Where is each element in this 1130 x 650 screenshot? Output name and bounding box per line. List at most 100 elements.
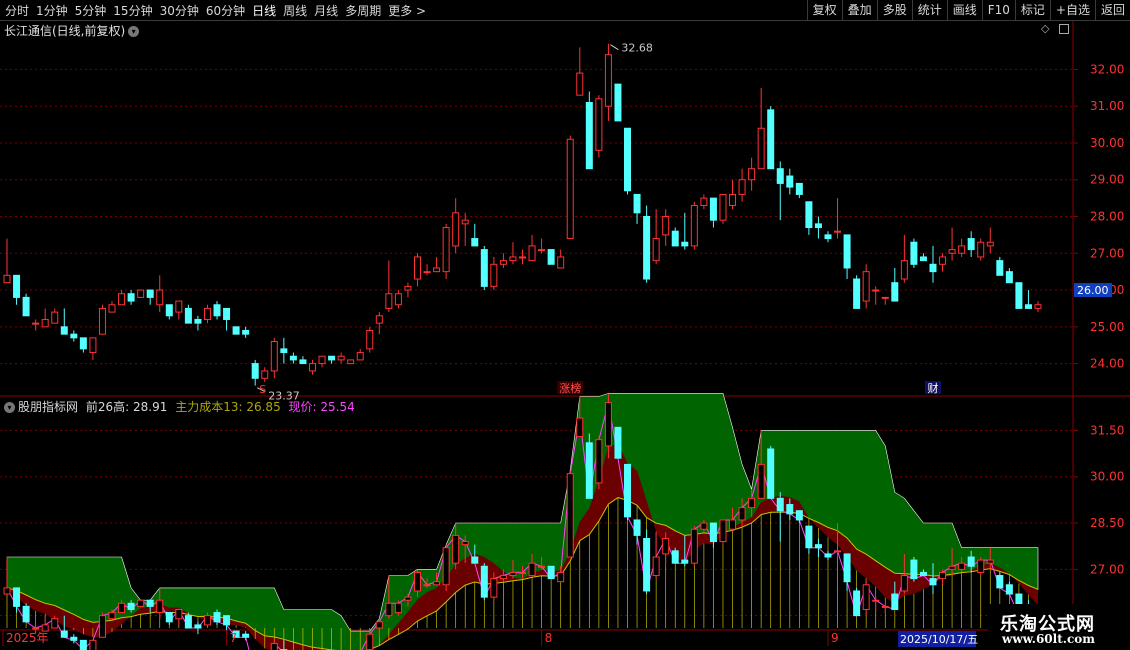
restore-icon[interactable]: [1058, 24, 1069, 34]
candle-body: [203, 307, 211, 320]
sub-candle-body: [547, 565, 555, 580]
candle-body: [519, 256, 526, 259]
diamond-icon[interactable]: ◇: [1041, 22, 1049, 35]
sub-candle-body: [595, 439, 603, 484]
sub-candle-body: [127, 602, 135, 610]
sub-candle-body: [51, 618, 59, 629]
candle-body: [452, 212, 460, 247]
limit-up-label: 涨榜: [559, 381, 581, 395]
sub-candle-body: [461, 541, 469, 546]
main-price-label: 27.00: [1090, 246, 1124, 260]
sub-candle-body: [137, 599, 145, 607]
candle-body: [900, 260, 908, 280]
candle-body: [51, 311, 59, 324]
candle-body: [547, 249, 555, 265]
date-label: 9: [831, 631, 839, 645]
sub-candle-body: [748, 497, 756, 509]
sub-candle-body: [767, 448, 775, 499]
candle-body: [471, 238, 479, 247]
main-price-label: 29.00: [1090, 173, 1124, 187]
title-dropdown-icon[interactable]: ▾: [128, 26, 140, 37]
candle-body: [776, 168, 784, 184]
sub-candle-body: [681, 559, 689, 564]
candle-body: [566, 138, 574, 240]
candle-body: [404, 285, 412, 291]
candle-body: [1005, 271, 1013, 284]
sub-candle-body: [509, 571, 517, 577]
candle-body: [175, 300, 183, 313]
sub-candle-body: [633, 519, 641, 536]
sub-candle-body: [977, 559, 985, 573]
sub-candle-body: [900, 575, 908, 592]
candle-body: [70, 333, 78, 339]
candle-body: [652, 238, 660, 262]
sub-candle-body: [442, 547, 450, 586]
candle-body: [576, 72, 584, 96]
candle-body: [3, 274, 11, 284]
sub-candle-body: [60, 630, 68, 638]
sub-price-label: 28.50: [1090, 516, 1124, 530]
sub-candle-body: [375, 621, 383, 629]
kline-chart[interactable]: 32.00 31.00 30.00 29.00 28.00 27.00 26.00 25.00…: [0, 0, 1130, 650]
finance-label: 财: [927, 381, 938, 395]
candle-body: [223, 307, 231, 320]
candle-body: [557, 256, 565, 269]
candle-body: [967, 238, 975, 251]
date-label: 2025年: [6, 631, 49, 645]
candle-body: [948, 249, 956, 254]
candle-body: [433, 267, 441, 273]
sub-candle-body: [1005, 584, 1013, 595]
sub-candle-body: [184, 615, 192, 629]
prev-high-label: 前26高:: [85, 400, 130, 414]
candle-body: [843, 234, 851, 269]
candle-body: [232, 326, 240, 335]
candle-body: [184, 307, 192, 324]
sub-candle-body: [967, 556, 975, 567]
candle-body: [996, 260, 1004, 276]
prev-high-value: 28.91: [133, 400, 168, 414]
candle-body: [413, 256, 421, 280]
cursor-date: 2025/10/17/五: [900, 633, 978, 646]
sub-candle-body: [98, 615, 106, 638]
candle-body: [872, 289, 880, 292]
sub-candle-body: [223, 615, 231, 626]
date-label: 7: [230, 631, 238, 645]
sub-candle-body: [853, 590, 861, 617]
sub-candle-body: [919, 571, 927, 577]
candle-body: [805, 201, 813, 229]
candle-body: [824, 234, 832, 240]
sub-candle-body: [814, 544, 822, 549]
sub-candle-body: [958, 562, 966, 570]
candle-body: [270, 341, 278, 372]
sub-candle-body: [118, 602, 126, 614]
sub-candle-body: [499, 575, 507, 580]
candle-body: [347, 359, 355, 365]
candle-body: [690, 204, 698, 247]
sub-candle-body: [824, 553, 832, 558]
candle-body: [748, 168, 756, 181]
candle-body: [356, 352, 364, 361]
candle-body: [604, 54, 612, 107]
candle-body: [891, 282, 899, 302]
price-label: 现价:: [288, 400, 317, 414]
indicator-title: ▾ 股朋指标网 前26高: 28.91 主力成本13: 26.85 现价: 25.…: [4, 398, 355, 415]
indicator-dropdown-icon[interactable]: ▾: [4, 402, 15, 413]
sub-candle-body: [385, 602, 393, 617]
s-mark: S: [259, 383, 266, 396]
sub-candle-body: [70, 636, 78, 641]
sub-candle-body: [604, 402, 612, 447]
sub-candle-body: [108, 612, 116, 620]
candle-body: [299, 359, 307, 365]
sub-candle-body: [480, 565, 488, 598]
candle-body: [423, 271, 431, 274]
candle-body: [32, 322, 40, 325]
sub-candle-body: [729, 519, 737, 530]
candle-body: [375, 315, 383, 324]
candle-body: [79, 337, 87, 350]
main-price-label: 28.00: [1090, 210, 1124, 224]
candle-body: [89, 337, 97, 354]
sub-candle-body: [757, 463, 765, 499]
candle-body: [280, 348, 288, 354]
sub-candle-body: [690, 528, 698, 564]
sub-candle-body: [652, 556, 660, 577]
